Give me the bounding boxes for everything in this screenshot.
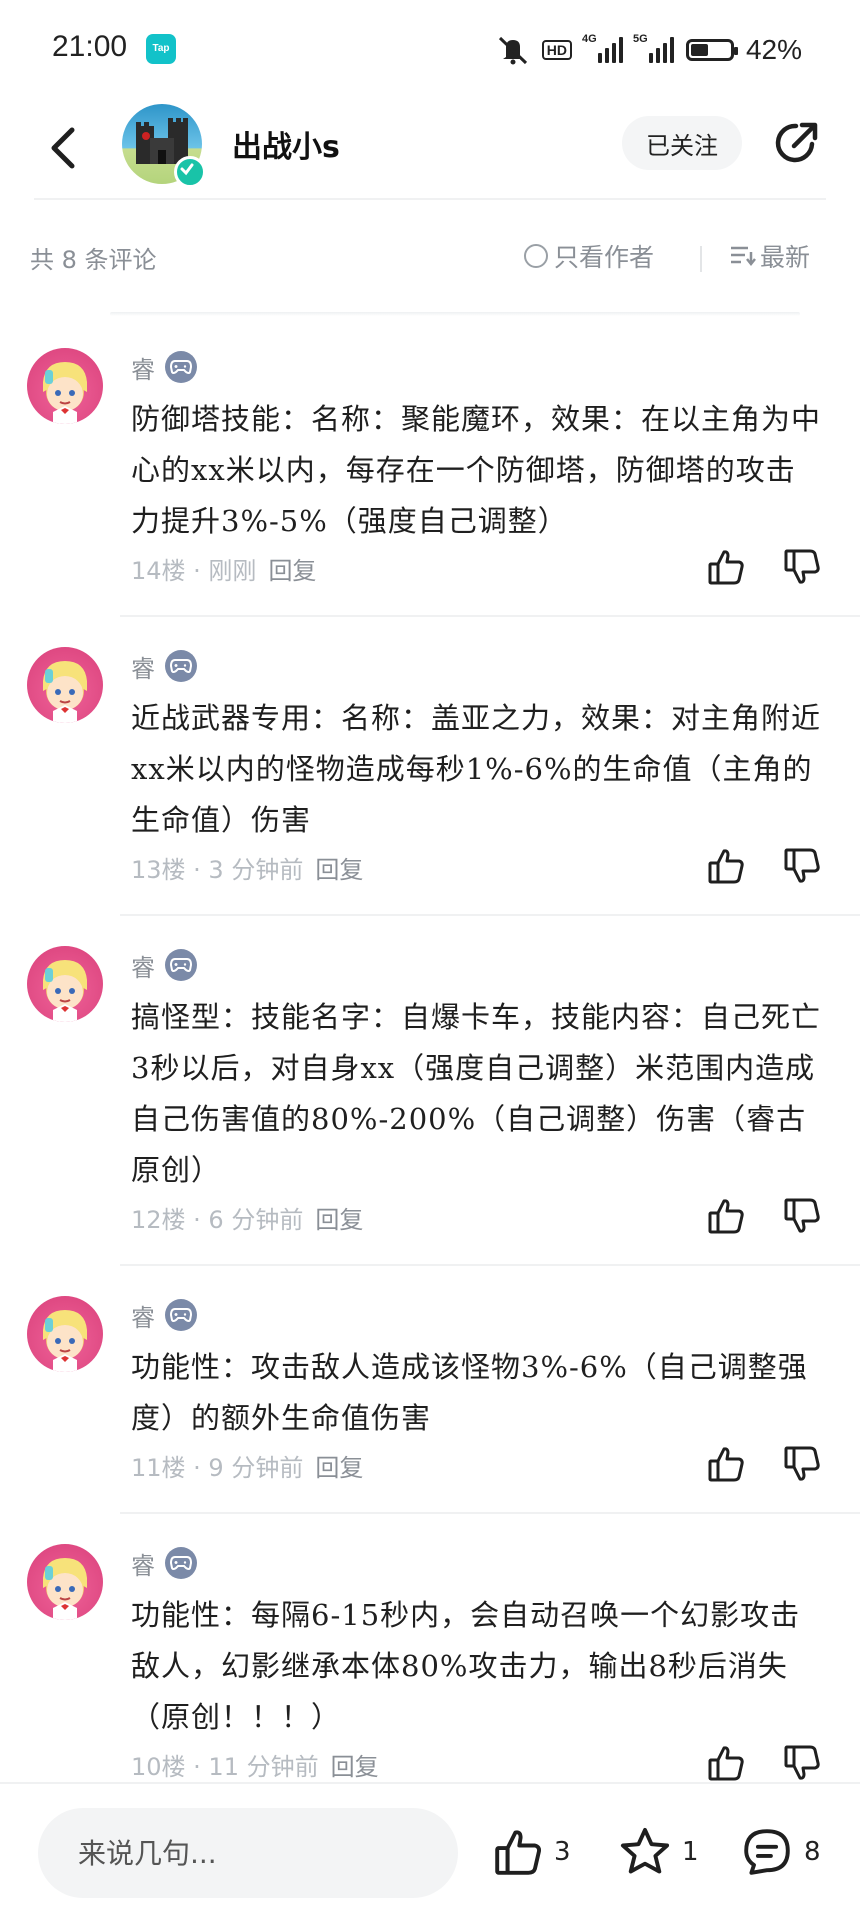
favorite-action[interactable]: 1 — [618, 1826, 699, 1878]
commenter-avatar[interactable] — [27, 348, 103, 424]
commenter-name[interactable]: 睿 — [131, 1298, 155, 1333]
gamepad-icon — [165, 949, 197, 981]
verified-icon — [174, 156, 206, 188]
comment-text: 功能性：攻击敌人造成该怪物3%-6%（自己调整强度）的额外生命值伤害 — [131, 1350, 808, 1435]
reply-button[interactable]: 回复 — [315, 856, 363, 884]
comment-text: 搞怪型：技能名字：自爆卡车，技能内容：自己死亡3秒以后，对自身xx（强度自己调整… — [131, 1000, 822, 1187]
battery-percent: 42% — [745, 34, 802, 65]
gamepad-icon — [165, 351, 197, 383]
comment-item: 睿 功能性：每隔6-15秒内，会自动召唤一个幻影攻击敌人，幻影继承本体80%攻击… — [0, 1514, 860, 1813]
mute-vibrate-icon — [496, 35, 530, 65]
only-author-toggle[interactable]: 只看作者 — [524, 238, 654, 274]
commenter-name[interactable]: 睿 — [131, 948, 155, 983]
thumb-up-icon[interactable] — [706, 1196, 746, 1236]
comment-action[interactable]: 8 — [740, 1826, 821, 1878]
gamepad-icon — [165, 650, 197, 682]
list-top-shadow — [110, 312, 800, 316]
thumb-down-icon[interactable] — [782, 1444, 822, 1484]
tap-app-icon: Tap — [146, 34, 176, 64]
signal-4g-icon: 4G — [582, 33, 623, 63]
only-author-label: 只看作者 — [554, 243, 655, 272]
star-count: 1 — [682, 1837, 699, 1867]
radio-icon — [524, 244, 548, 268]
comment-sort-bar: 共 8 条评论 只看作者 最新 — [0, 220, 860, 290]
comment-floor-time: 11楼 · 9 分钟前 — [131, 1454, 304, 1482]
comment-list: 睿 防御塔技能：名称：聚能魔环，效果：在以主角为中心的xx米以内，每存在一个防御… — [0, 318, 860, 1813]
gamepad-icon — [165, 1547, 197, 1579]
thumb-down-icon[interactable] — [782, 1743, 822, 1783]
thumb-down-icon[interactable] — [782, 1196, 822, 1236]
reply-button[interactable]: 回复 — [315, 1454, 363, 1482]
like-action[interactable]: 3 — [492, 1826, 571, 1878]
comment-floor-time: 10楼 · 11 分钟前 — [131, 1753, 319, 1781]
commenter-name[interactable]: 睿 — [131, 350, 155, 385]
comment-icon — [744, 1829, 790, 1875]
reply-button[interactable]: 回复 — [268, 557, 316, 585]
battery-icon — [685, 39, 738, 61]
comment-item: 睿 近战武器专用：名称：盖亚之力，效果：对主角附近xx米以内的怪物造成每秒1%-… — [0, 617, 860, 916]
comment-floor-time: 12楼 · 6 分钟前 — [131, 1206, 304, 1234]
commenter-avatar[interactable] — [27, 1296, 103, 1372]
header-divider — [34, 198, 826, 200]
status-icons: HD 4G 5G 42% — [496, 30, 802, 70]
thumb-up-icon[interactable] — [706, 1743, 746, 1783]
comment-input[interactable] — [38, 1808, 458, 1898]
commenter-avatar[interactable] — [27, 946, 103, 1022]
thumb-up-icon[interactable] — [706, 846, 746, 886]
comment-item: 睿 搞怪型：技能名字：自爆卡车，技能内容：自己死亡3秒以后，对自身xx（强度自己… — [0, 916, 860, 1266]
reply-button[interactable]: 回复 — [331, 1753, 379, 1781]
comment-total: 8 — [804, 1837, 821, 1867]
thumb-down-icon[interactable] — [782, 547, 822, 587]
commenter-avatar[interactable] — [27, 1544, 103, 1620]
sort-label: 最新 — [760, 243, 811, 272]
comment-text: 防御塔技能：名称：聚能魔环，效果：在以主角为中心的xx米以内，每存在一个防御塔，… — [131, 402, 822, 538]
divider — [700, 246, 702, 272]
star-icon — [620, 1827, 670, 1874]
thumb-up-icon[interactable] — [706, 1444, 746, 1484]
comment-item: 睿 防御塔技能：名称：聚能魔环，效果：在以主角为中心的xx米以内，每存在一个防御… — [0, 318, 860, 617]
thumb-down-icon[interactable] — [782, 846, 822, 886]
thumb-up-icon — [495, 1830, 541, 1875]
sort-toggle[interactable]: 最新 — [728, 238, 810, 274]
post-header: 出战小s 已关注 — [0, 100, 860, 200]
commenter-avatar[interactable] — [27, 647, 103, 723]
commenter-name[interactable]: 睿 — [131, 649, 155, 684]
bottom-action-bar: 3 1 8 — [0, 1782, 860, 1922]
like-count: 3 — [554, 1837, 571, 1867]
reply-button[interactable]: 回复 — [315, 1206, 363, 1234]
commenter-name[interactable]: 睿 — [131, 1546, 155, 1581]
back-arrow-icon[interactable] — [44, 118, 84, 178]
signal-5g-icon: 5G — [633, 33, 674, 63]
share-icon[interactable] — [772, 118, 822, 168]
sort-icon — [731, 246, 756, 267]
thumb-up-icon[interactable] — [706, 547, 746, 587]
author-name[interactable]: 出战小s — [232, 122, 340, 166]
comment-count: 共 8 条评论 — [30, 246, 157, 274]
comment-text: 近战武器专用：名称：盖亚之力，效果：对主角附近xx米以内的怪物造成每秒1%-6%… — [131, 701, 822, 837]
gamepad-icon — [165, 1299, 197, 1331]
comment-floor-time: 13楼 · 3 分钟前 — [131, 856, 304, 884]
comment-item: 睿 功能性：攻击敌人造成该怪物3%-6%（自己调整强度）的额外生命值伤害 11楼… — [0, 1266, 860, 1514]
status-bar: 21:00 Tap HD 4G 5G 42% — [0, 0, 860, 100]
follow-button[interactable]: 已关注 — [622, 116, 742, 170]
comment-text: 功能性：每隔6-15秒内，会自动召唤一个幻影攻击敌人，幻影继承本体80%攻击力，… — [131, 1598, 801, 1734]
comment-floor-time: 14楼 · 刚刚 — [131, 557, 257, 585]
hd-badge: HD — [541, 40, 572, 60]
status-time: 21:00 — [52, 30, 128, 63]
